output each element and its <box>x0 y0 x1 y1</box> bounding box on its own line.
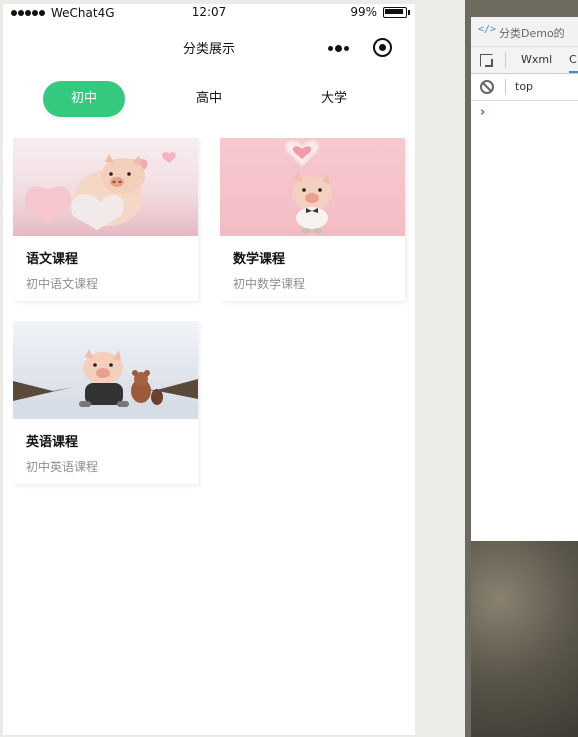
divider <box>505 52 506 68</box>
pig-dancer-illustration <box>284 139 332 234</box>
battery-icon <box>383 6 410 18</box>
console-prompt[interactable]: › <box>480 105 485 120</box>
pig-bear-illustration <box>13 349 198 419</box>
console-toolbar: top <box>471 74 578 101</box>
tab-university[interactable]: 大学 <box>293 81 375 117</box>
nav-bar: 分类展示 <box>3 24 415 68</box>
tab-senior-high[interactable]: 高中 <box>168 81 250 117</box>
pig-heart-illustration <box>24 152 176 230</box>
clear-console-icon[interactable] <box>480 80 494 94</box>
devtools-titlebar: </> 分类Demo的 <box>471 17 578 47</box>
status-bar: WeChat4G 12:07 99% <box>3 4 415 22</box>
tab-junior-high[interactable]: 初中 <box>43 81 125 117</box>
course-subtitle: 初中数学课程 <box>233 277 306 291</box>
devtools-tabbar: Wxml C <box>471 47 578 74</box>
course-title: 语文课程 <box>26 252 79 267</box>
course-card-english[interactable]: 英语课程 初中英语课程 <box>13 321 198 484</box>
page-title: 分类展示 <box>182 42 235 57</box>
phone-screen: WeChat4G 12:07 99% 分类展示 初中 高中 大学 语文课程 初中… <box>3 4 415 735</box>
inspect-element-icon[interactable] <box>480 54 493 67</box>
course-card-math[interactable]: 数学课程 初中数学课程 <box>220 138 405 301</box>
battery-indicator: 99% <box>350 5 410 19</box>
more-dots-icon[interactable] <box>328 43 352 53</box>
devtools-panel: </> 分类Demo的 Wxml C top › <box>471 17 578 541</box>
context-selector[interactable]: top <box>515 80 533 93</box>
course-image-math <box>220 138 405 236</box>
target-close-icon[interactable] <box>373 38 392 57</box>
battery-percent: 99% <box>350 5 377 19</box>
divider <box>505 79 506 95</box>
course-subtitle: 初中英语课程 <box>26 460 99 474</box>
tab-console[interactable]: C <box>569 53 578 73</box>
course-title: 英语课程 <box>26 435 79 450</box>
code-icon: </> <box>478 24 497 35</box>
course-subtitle: 初中语文课程 <box>26 277 99 291</box>
desktop-background <box>465 540 578 737</box>
course-image-english <box>13 321 198 419</box>
category-tabs: 初中 高中 大学 <box>3 81 415 119</box>
devtools-window: </> 分类Demo的 Wxml C top › <box>465 0 578 737</box>
course-image-chinese <box>13 138 198 236</box>
course-card-chinese[interactable]: 语文课程 初中语文课程 <box>13 138 198 301</box>
devtools-title: 分类Demo的 <box>499 27 565 40</box>
course-title: 数学课程 <box>233 252 286 267</box>
tab-wxml[interactable]: Wxml <box>521 53 552 66</box>
